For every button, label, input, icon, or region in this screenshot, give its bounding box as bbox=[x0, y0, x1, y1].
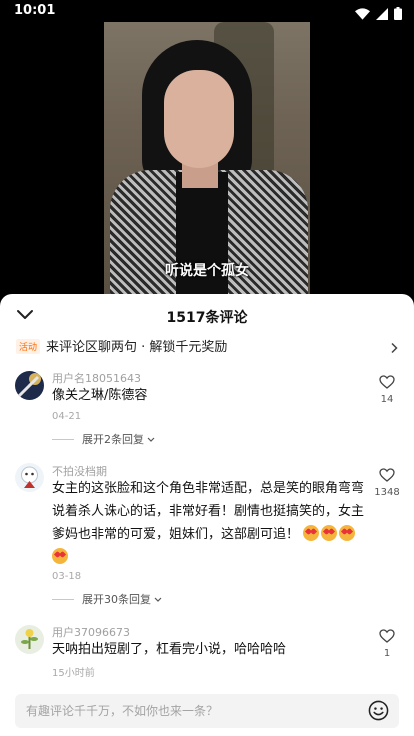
chevron-down-small-icon bbox=[154, 593, 162, 606]
comment-text: 女主的这张脸和这个角色非常适配，总是笑的眼角弯弯说着杀人诛心的话，非常好看！剧情… bbox=[52, 477, 364, 569]
status-icons bbox=[355, 5, 402, 24]
heart-eyes-emoji-icon bbox=[303, 525, 320, 541]
comment-text: 像关之琳/陈德容 bbox=[52, 388, 148, 403]
expand-replies-button[interactable]: 展开30条回复 bbox=[52, 591, 162, 607]
like-button[interactable]: 1 bbox=[372, 628, 402, 659]
expand-replies-button[interactable]: 展开2条回复 bbox=[52, 431, 155, 447]
signal-icon bbox=[376, 5, 388, 24]
comment-date: 15小时前 bbox=[52, 668, 95, 679]
divider bbox=[52, 438, 74, 440]
like-count: 1348 bbox=[374, 487, 400, 498]
promo-badge: 活动 bbox=[16, 339, 41, 354]
like-button[interactable]: 14 bbox=[372, 374, 402, 405]
heart-eyes-emoji-icon bbox=[339, 525, 356, 541]
divider bbox=[52, 598, 74, 600]
comment-date: 04-21 bbox=[52, 411, 82, 422]
expand-replies-label: 展开30条回复 bbox=[82, 593, 151, 606]
promo-text: 来评论区聊两句 · 解锁千元奖励 bbox=[46, 340, 228, 355]
comment-count-title: 1517条评论 bbox=[166, 310, 248, 326]
video-figure-face bbox=[164, 70, 234, 168]
heart-eyes-emoji-icon bbox=[52, 548, 68, 564]
like-count: 1 bbox=[383, 648, 391, 659]
status-bar: 10:01 bbox=[0, 0, 414, 24]
like-count: 14 bbox=[380, 394, 394, 405]
comment-input-bar bbox=[15, 694, 399, 728]
avatar[interactable] bbox=[15, 371, 44, 400]
comments-header: 1517条评论 bbox=[0, 294, 414, 334]
video-subtitle: 听说是个孤女 bbox=[165, 263, 249, 279]
heart-eyes-emoji-icon bbox=[321, 525, 338, 541]
video-player[interactable]: 听说是个孤女 bbox=[104, 22, 310, 296]
like-button[interactable]: 1348 bbox=[370, 467, 404, 498]
comment-input[interactable] bbox=[15, 694, 345, 728]
status-time: 10:01 bbox=[14, 3, 56, 18]
heart-outline-icon bbox=[379, 374, 395, 393]
promo-banner[interactable]: 活动 来评论区聊两句 · 解锁千元奖励 bbox=[0, 334, 414, 358]
wifi-icon bbox=[355, 5, 370, 24]
expand-replies-label: 展开2条回复 bbox=[82, 433, 144, 446]
chevron-down-small-icon bbox=[147, 433, 155, 446]
comment-date: 03-18 bbox=[52, 571, 82, 582]
smiley-icon[interactable] bbox=[368, 700, 389, 725]
heart-outline-icon bbox=[379, 628, 395, 647]
avatar[interactable] bbox=[15, 625, 44, 654]
chevron-right-icon bbox=[390, 339, 398, 358]
battery-icon bbox=[394, 5, 402, 24]
avatar[interactable] bbox=[15, 463, 44, 492]
heart-outline-icon bbox=[379, 467, 395, 486]
comment-text: 天呐拍出短剧了，杠看完小说，哈哈哈哈 bbox=[52, 642, 287, 657]
